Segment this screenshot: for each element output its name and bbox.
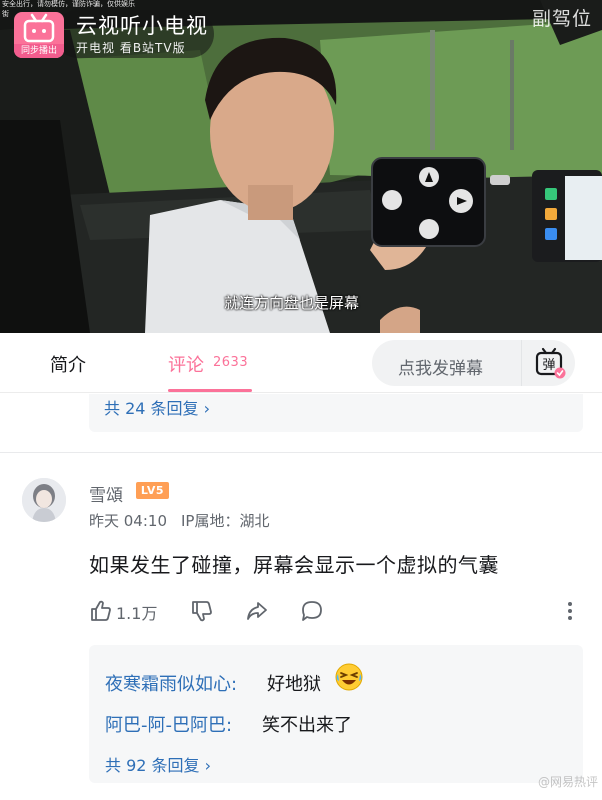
channel-title: 云视听小电视 [76, 14, 208, 38]
reply-button[interactable] [300, 598, 324, 624]
video-subtitle: 就连方向盘也是屏幕 [224, 294, 360, 312]
video-overlay-text: 安全出行，请勿模仿，谨防诈骗，仅供娱乐 [2, 0, 135, 8]
channel-subtitle: 开电视 看B站TV版 [76, 41, 186, 55]
danmaku-placeholder[interactable]: 点我发弹幕 [398, 354, 483, 379]
comment-bubble-icon [302, 601, 322, 621]
more-replies-link[interactable]: 共 92 条回复 › [105, 752, 211, 776]
more-vertical-icon [568, 602, 572, 620]
bottom-watermark: @网易热评 [537, 775, 598, 789]
comment-text: 如果发生了碰撞，屏幕会显示一个虚拟的气囊 [89, 553, 499, 577]
corner-watermark: 副驾位 [531, 8, 592, 30]
comments-count: 2633 [213, 355, 249, 370]
video-overlay-text-2: 街 [2, 10, 9, 18]
sub-reply-username[interactable]: 夜寒霜雨似如心: [105, 670, 237, 696]
avatar[interactable] [22, 478, 66, 522]
logo-label: 同步播出 [14, 44, 64, 58]
like-count: 1.1万 [116, 604, 158, 623]
like-button[interactable] [89, 598, 113, 624]
danmaku-icon-label: 弹 [542, 358, 555, 373]
tab-comments[interactable]: 评论 [168, 351, 204, 377]
sub-reply-text: 笑不出来了 [262, 715, 352, 736]
active-tab-indicator [168, 389, 252, 392]
sub-reply-text: 好地狱 [267, 674, 321, 695]
dislike-button[interactable] [190, 598, 214, 624]
comment-time: 昨天 04:10 [89, 512, 167, 530]
tab-intro[interactable]: 简介 [50, 351, 86, 377]
comment-username[interactable]: 雪頌 [89, 481, 123, 506]
share-button[interactable] [245, 598, 269, 624]
level-badge: LV5 [136, 482, 169, 499]
thumbs-up-icon [91, 600, 111, 621]
more-options-button[interactable] [565, 598, 575, 624]
thumbs-down-icon [192, 601, 212, 622]
comment-divider [0, 452, 602, 453]
tab-bar: 简介 评论 2633 点我发弹幕 弹 [0, 333, 602, 393]
sub-reply-username[interactable]: 阿巴-阿-巴阿巴: [105, 711, 232, 737]
share-icon [247, 602, 267, 620]
laughing-crying-emoji-icon [335, 663, 363, 691]
danmaku-icon[interactable]: 弹 [534, 347, 566, 379]
previous-more-replies-link[interactable]: 共 24 条回复 › [104, 395, 210, 419]
comment-ip-location: IP属地：湖北 [181, 512, 270, 530]
video-player[interactable]: 安全出行，请勿模仿，谨防诈骗，仅供娱乐 街 同步播出 云视听小电视 开电视 看B… [0, 0, 602, 333]
